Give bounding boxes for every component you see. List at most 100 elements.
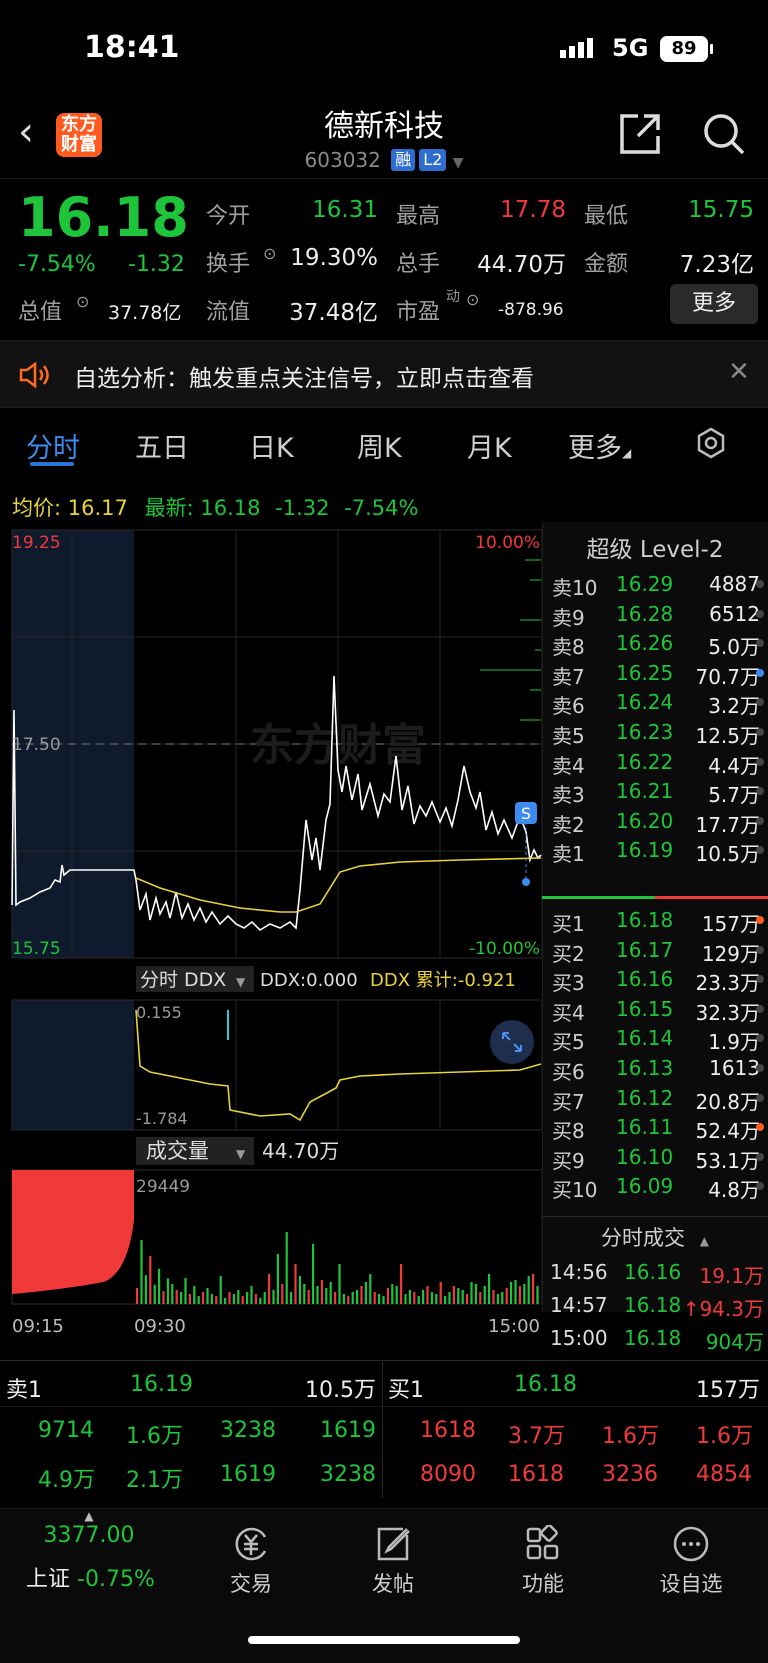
status-dot bbox=[756, 945, 764, 954]
trades-header[interactable]: 分时成交 ▲ bbox=[542, 1222, 768, 1252]
status-dot bbox=[756, 1064, 764, 1072]
turnover-value: 19.30% bbox=[290, 245, 378, 271]
yuan-circle-icon bbox=[235, 1527, 267, 1561]
time-label-end: 15:00 bbox=[488, 1316, 540, 1337]
ask-volume: 3.2万 bbox=[708, 694, 760, 719]
ask-row[interactable]: 卖2 16.20 17.7万 bbox=[542, 807, 768, 837]
divider bbox=[0, 178, 768, 179]
volume-bar bbox=[527, 1276, 530, 1304]
volume-bar bbox=[246, 1292, 249, 1304]
nav-trade[interactable]: 交易 bbox=[196, 1525, 306, 1598]
queue-cell: 9714 bbox=[38, 1418, 94, 1443]
bid-level: 买7 bbox=[552, 1089, 585, 1114]
status-dot bbox=[756, 787, 764, 796]
info-icon[interactable]: ⊙ bbox=[263, 244, 276, 263]
nav-watchlist[interactable]: 设自选 bbox=[636, 1525, 746, 1598]
ask-row[interactable]: 卖4 16.22 4.4万 bbox=[542, 748, 768, 778]
ask-volume: 4887 bbox=[709, 572, 760, 596]
more-button[interactable]: 更多 bbox=[670, 284, 758, 324]
bid-row[interactable]: 买10 16.09 4.8万 bbox=[542, 1172, 768, 1202]
latest-change: -1.32 bbox=[275, 496, 330, 520]
status-dot bbox=[756, 580, 764, 588]
volume-bar bbox=[452, 1286, 455, 1304]
divider bbox=[542, 1216, 768, 1217]
battery-icon: 89 bbox=[660, 36, 708, 62]
settings-icon[interactable] bbox=[694, 426, 728, 460]
index-ticker[interactable]: ▲ 3377.00 bbox=[34, 1509, 144, 1548]
ask-row[interactable]: 卖3 16.21 5.7万 bbox=[542, 777, 768, 807]
tab-daily-k[interactable]: 日K bbox=[249, 426, 294, 465]
ask-price: 16.28 bbox=[616, 601, 674, 626]
nav-watchlist-label: 设自选 bbox=[659, 1572, 723, 1596]
nav-post[interactable]: 发帖 bbox=[338, 1525, 448, 1598]
trade-price: 16.16 bbox=[624, 1260, 682, 1284]
ddx-cumulative: DDX 累计:-0.921 bbox=[370, 970, 516, 991]
tab-weekly-k[interactable]: 周K bbox=[357, 426, 402, 465]
volume-bar bbox=[413, 1292, 416, 1304]
queue-cell: 1619 bbox=[220, 1462, 276, 1487]
volume-total: 44.70万 bbox=[262, 1139, 339, 1163]
ask-row[interactable]: 卖9 16.28 6512 bbox=[542, 600, 768, 630]
ask-row[interactable]: 卖10 16.29 4887 bbox=[542, 570, 768, 600]
sell1-label: 卖1 bbox=[6, 1378, 42, 1403]
queue-cell: 2.1万 bbox=[126, 1468, 183, 1493]
info-icon[interactable]: ⊙ bbox=[76, 292, 89, 311]
notice-banner[interactable]: 自选分析：触发重点关注信号，立即点击查看 ✕ bbox=[0, 340, 768, 408]
bid-row[interactable]: 买2 16.17 129万 bbox=[542, 936, 768, 966]
bid-row[interactable]: 买8 16.11 52.4万 bbox=[542, 1113, 768, 1143]
right-edge-volume bbox=[480, 559, 541, 721]
turnover-label: 换手 bbox=[206, 252, 251, 277]
ask-list: 卖10 16.29 4887 卖9 16.28 6512 卖8 16.26 5.0万卖7 16.2… bbox=[542, 570, 768, 900]
bid-row[interactable]: 买7 16.12 20.8万 bbox=[542, 1084, 768, 1114]
ask-price: 16.25 bbox=[616, 660, 674, 685]
queue-cell: 3236 bbox=[602, 1462, 658, 1487]
bid-volume: 32.3万 bbox=[695, 1000, 760, 1025]
status-dot bbox=[756, 728, 764, 736]
bid-row[interactable]: 买9 16.10 53.1万 bbox=[542, 1143, 768, 1173]
ask-level: 卖7 bbox=[552, 664, 585, 689]
search-icon[interactable] bbox=[702, 112, 746, 156]
close-icon[interactable]: ✕ bbox=[728, 357, 750, 387]
avg-label: 均价: bbox=[12, 496, 62, 520]
edit-icon bbox=[377, 1527, 410, 1561]
expand-button[interactable] bbox=[490, 1020, 534, 1064]
nav-function[interactable]: 功能 bbox=[488, 1524, 598, 1598]
volume-bar bbox=[342, 1294, 345, 1304]
bid-row[interactable]: 买6 16.13 1613 bbox=[542, 1054, 768, 1084]
l2-badge: L2 bbox=[419, 149, 447, 171]
volume-bar bbox=[404, 1294, 407, 1304]
ask-volume: 5.0万 bbox=[708, 635, 760, 660]
volume-bar bbox=[303, 1284, 306, 1304]
amount-value: 7.23亿 bbox=[679, 252, 754, 278]
bid-row[interactable]: 买5 16.14 1.9万 bbox=[542, 1024, 768, 1054]
home-indicator[interactable] bbox=[248, 1636, 520, 1644]
volume-bar bbox=[391, 1284, 394, 1304]
bid-level: 买4 bbox=[552, 1000, 585, 1025]
ask-row[interactable]: 卖5 16.23 12.5万 bbox=[542, 718, 768, 748]
ask-row[interactable]: 卖7 16.25 70.7万 bbox=[542, 659, 768, 689]
tab-monthly-k[interactable]: 月K bbox=[467, 426, 512, 465]
volume-bar bbox=[395, 1286, 398, 1304]
info-icon[interactable]: ⊙ bbox=[466, 290, 479, 309]
intraday-chart[interactable]: 东方财富 S 19.25 17.50 15.75 10.00% -10.00% … bbox=[0, 520, 542, 1360]
tab-five-day[interactable]: 五日 bbox=[135, 426, 189, 465]
ask-row[interactable]: 卖8 16.26 5.0万 bbox=[542, 629, 768, 659]
bid-row[interactable]: 买4 16.15 32.3万 bbox=[542, 995, 768, 1025]
queue-cell: 3238 bbox=[320, 1462, 376, 1487]
ask-row[interactable]: 卖6 16.24 3.2万 bbox=[542, 688, 768, 718]
bid-row[interactable]: 买3 16.16 23.3万 bbox=[542, 965, 768, 995]
bid-row[interactable]: 买1 16.18 157万 bbox=[542, 906, 768, 936]
ask-volume: 17.7万 bbox=[695, 812, 760, 837]
ask-level: 卖8 bbox=[552, 635, 585, 660]
index-line[interactable]: 上证 -0.75% bbox=[26, 1561, 155, 1593]
share-icon[interactable] bbox=[618, 112, 662, 156]
status-dot bbox=[756, 975, 764, 984]
tab-intraday[interactable]: 分时 bbox=[26, 426, 80, 465]
tab-more[interactable]: 更多◢ bbox=[568, 426, 631, 465]
bid-price: 16.15 bbox=[616, 996, 674, 1021]
ask-row[interactable]: 卖1 16.19 10.5万 bbox=[542, 836, 768, 866]
orderbook-title[interactable]: 超级 Level-2 bbox=[542, 530, 768, 564]
latest-label: 最新: bbox=[144, 496, 194, 520]
trade-price: 16.18 bbox=[624, 1326, 682, 1350]
high-value: 17.78 bbox=[500, 197, 566, 223]
